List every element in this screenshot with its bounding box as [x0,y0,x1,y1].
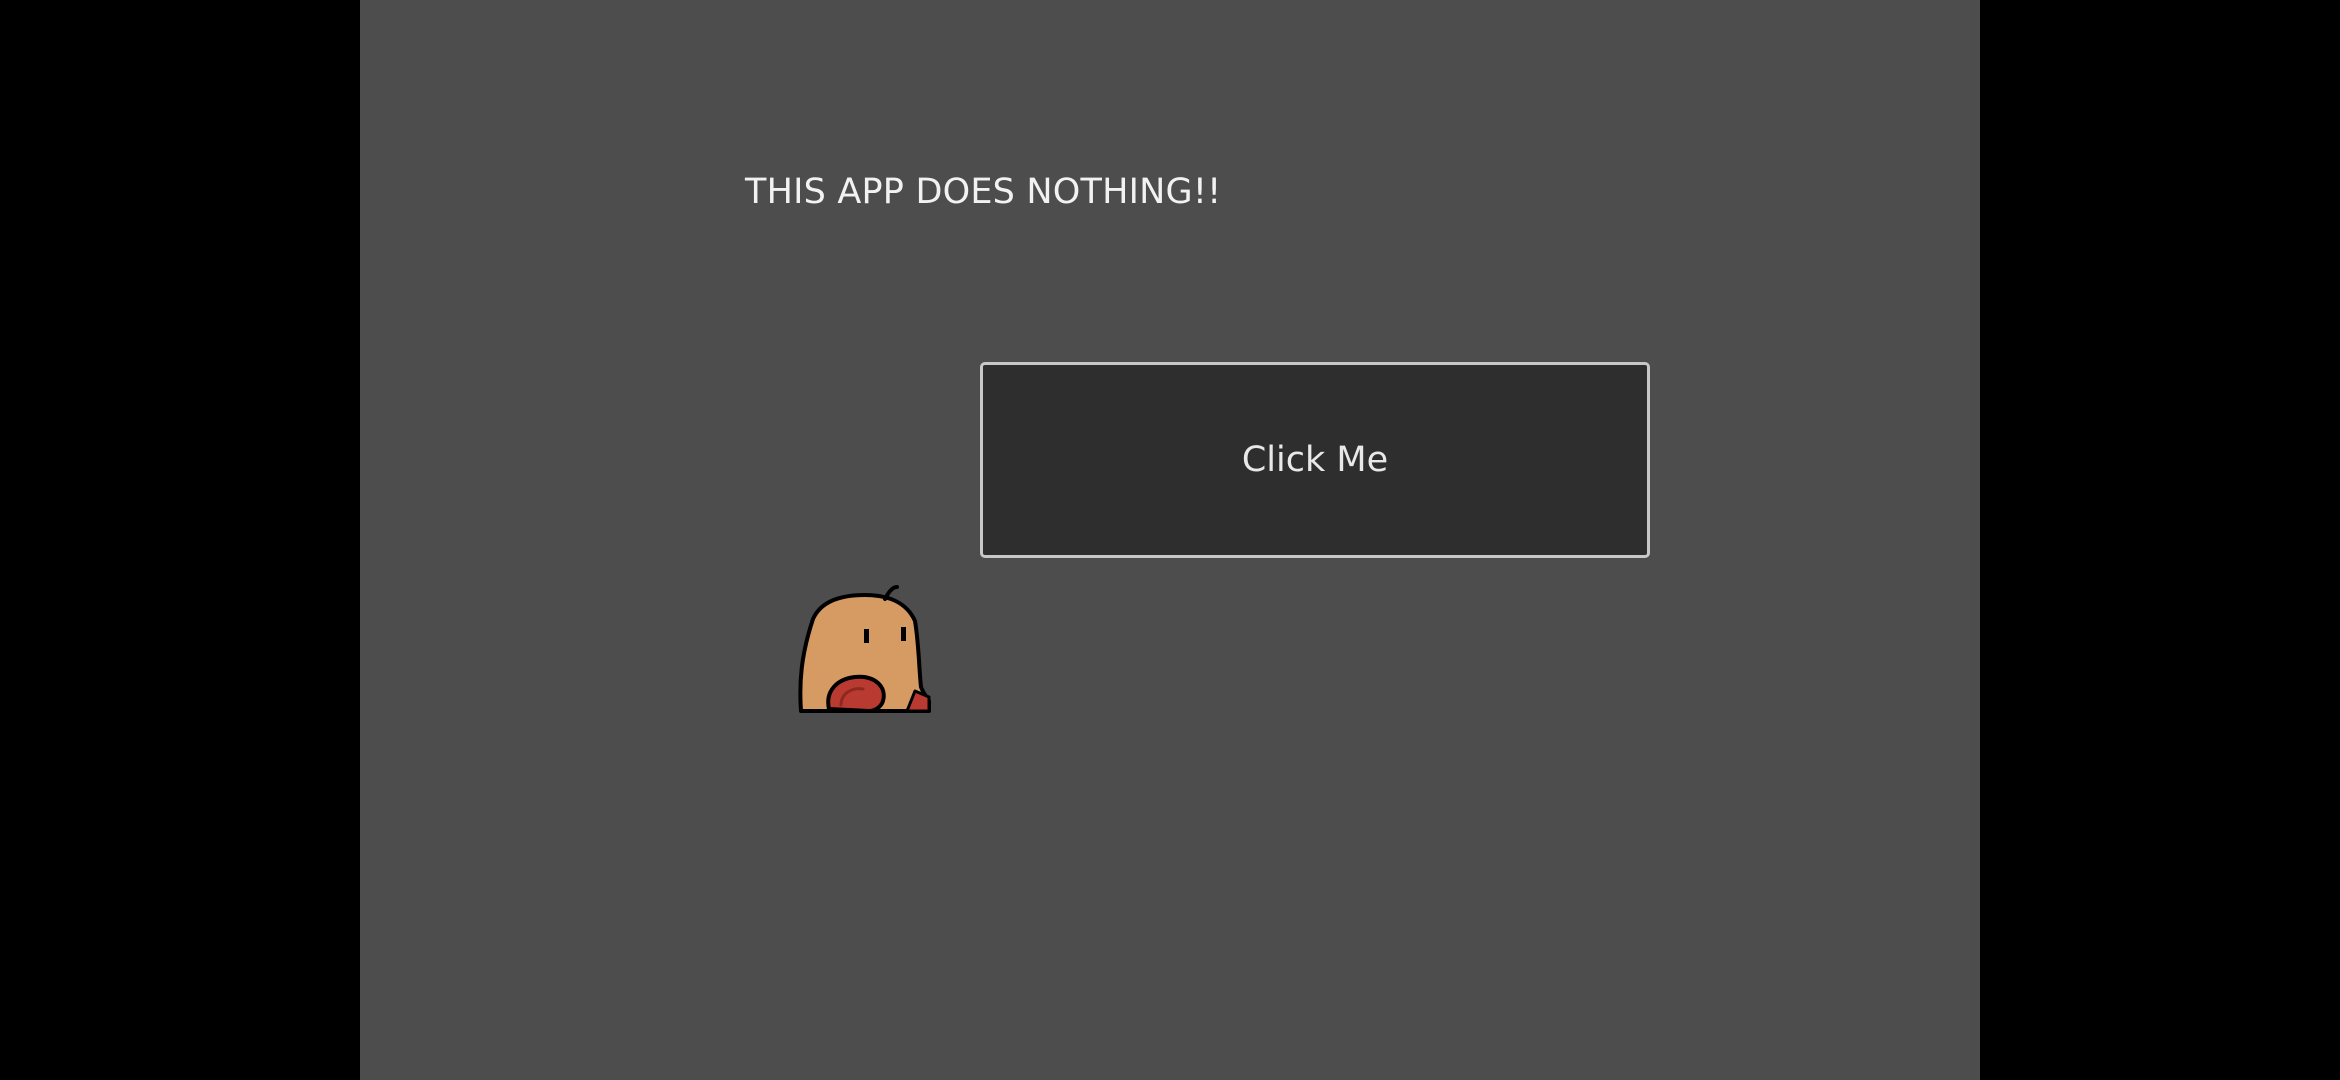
game-viewport: THIS APP DOES NOTHING!! Click Me [360,0,1980,1080]
app-title: THIS APP DOES NOTHING!! [745,172,1222,212]
app-screen: THIS APP DOES NOTHING!! Click Me [0,0,2340,1080]
screaming-blob-character-icon [798,585,931,713]
right-letterbox [1980,0,2340,1080]
click-me-button[interactable]: Click Me [980,362,1650,558]
left-letterbox [0,0,360,1080]
